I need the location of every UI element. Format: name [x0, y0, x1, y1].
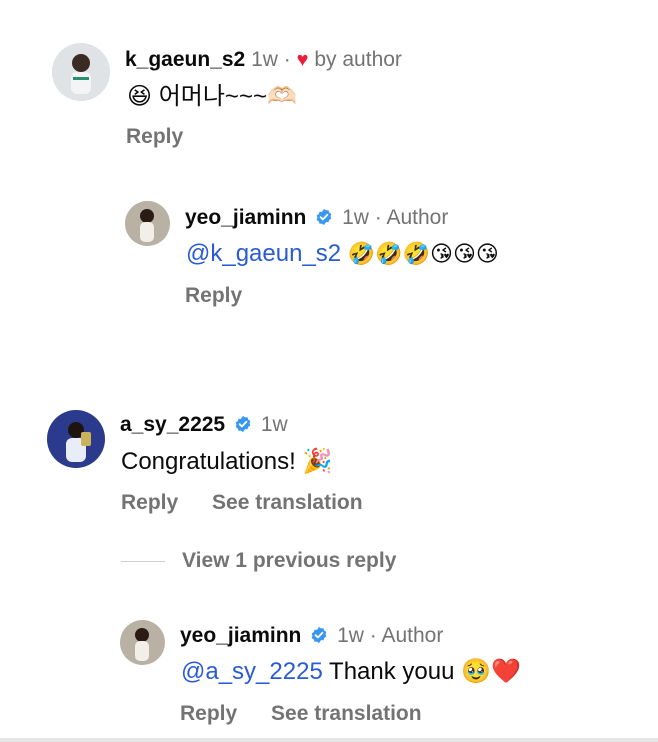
- avatar-k-gaeun-s2[interactable]: [52, 43, 110, 101]
- avatar-yeo-jiaminn[interactable]: [120, 620, 165, 665]
- reply-button[interactable]: Reply: [126, 125, 183, 148]
- timestamp: 1w: [260, 413, 288, 436]
- reply-text: @a_sy_2225 Thank youu 🥹❤️: [181, 657, 521, 687]
- see-translation-button[interactable]: See translation: [271, 702, 422, 725]
- author-label: Author: [386, 206, 449, 229]
- timestamp: 1w: [251, 48, 278, 71]
- reply-actions: Reply See translation: [180, 701, 450, 727]
- verified-badge-icon: [316, 208, 332, 226]
- mention-link[interactable]: @a_sy_2225: [181, 658, 323, 685]
- avatar-image: [52, 43, 110, 101]
- mention-link[interactable]: @k_gaeun_s2: [186, 240, 341, 267]
- heart-icon: ♥: [296, 49, 309, 71]
- bottom-edge: [0, 738, 658, 742]
- comment-actions: Reply See translation: [121, 490, 391, 516]
- reply-text: @k_gaeun_s2 🤣🤣🤣😘😘😘: [186, 239, 499, 269]
- comment-text: 😆 어머나~~~🫶🏻: [127, 83, 297, 110]
- avatar-image: [47, 410, 105, 468]
- reply-meta: yeo_jiaminn 1w · Author: [180, 623, 443, 649]
- reply-actions: Reply: [185, 283, 270, 309]
- separator: ·: [374, 206, 382, 229]
- emoji-text: 🤣🤣🤣😘😘😘: [347, 241, 499, 266]
- timestamp: 1w: [337, 624, 364, 647]
- author-label: Author: [381, 624, 444, 647]
- username[interactable]: k_gaeun_s2: [125, 48, 245, 71]
- see-translation-button[interactable]: See translation: [212, 491, 363, 514]
- avatar-yeo-jiaminn[interactable]: [125, 201, 170, 246]
- separator: ·: [369, 624, 377, 647]
- reply-button[interactable]: Reply: [121, 491, 178, 514]
- username[interactable]: yeo_jiaminn: [185, 206, 306, 229]
- verified-badge-icon: [311, 626, 327, 644]
- verified-badge-icon: [235, 415, 251, 433]
- view-replies-line: [121, 561, 165, 562]
- reply-meta: yeo_jiaminn 1w · Author: [185, 205, 448, 231]
- timestamp: 1w: [342, 206, 369, 229]
- comment-actions: Reply: [126, 124, 211, 150]
- separator: ·: [283, 48, 291, 71]
- avatar-image: [120, 620, 165, 665]
- liked-by-author: by author: [314, 48, 402, 71]
- view-previous-replies-button[interactable]: View 1 previous reply: [182, 548, 396, 574]
- comment-meta: a_sy_2225 1w: [120, 412, 288, 438]
- comment-text: Congratulations! 🎉: [121, 448, 333, 475]
- reply-message: Thank youu 🥹❤️: [329, 658, 521, 685]
- reply-button[interactable]: Reply: [180, 702, 237, 725]
- avatar-image: [125, 201, 170, 246]
- reply-button[interactable]: Reply: [185, 284, 242, 307]
- avatar-a-sy-2225[interactable]: [47, 410, 105, 468]
- username[interactable]: yeo_jiaminn: [180, 624, 301, 647]
- username[interactable]: a_sy_2225: [120, 413, 225, 436]
- comment-meta: k_gaeun_s2 1w · ♥ by author: [125, 47, 402, 73]
